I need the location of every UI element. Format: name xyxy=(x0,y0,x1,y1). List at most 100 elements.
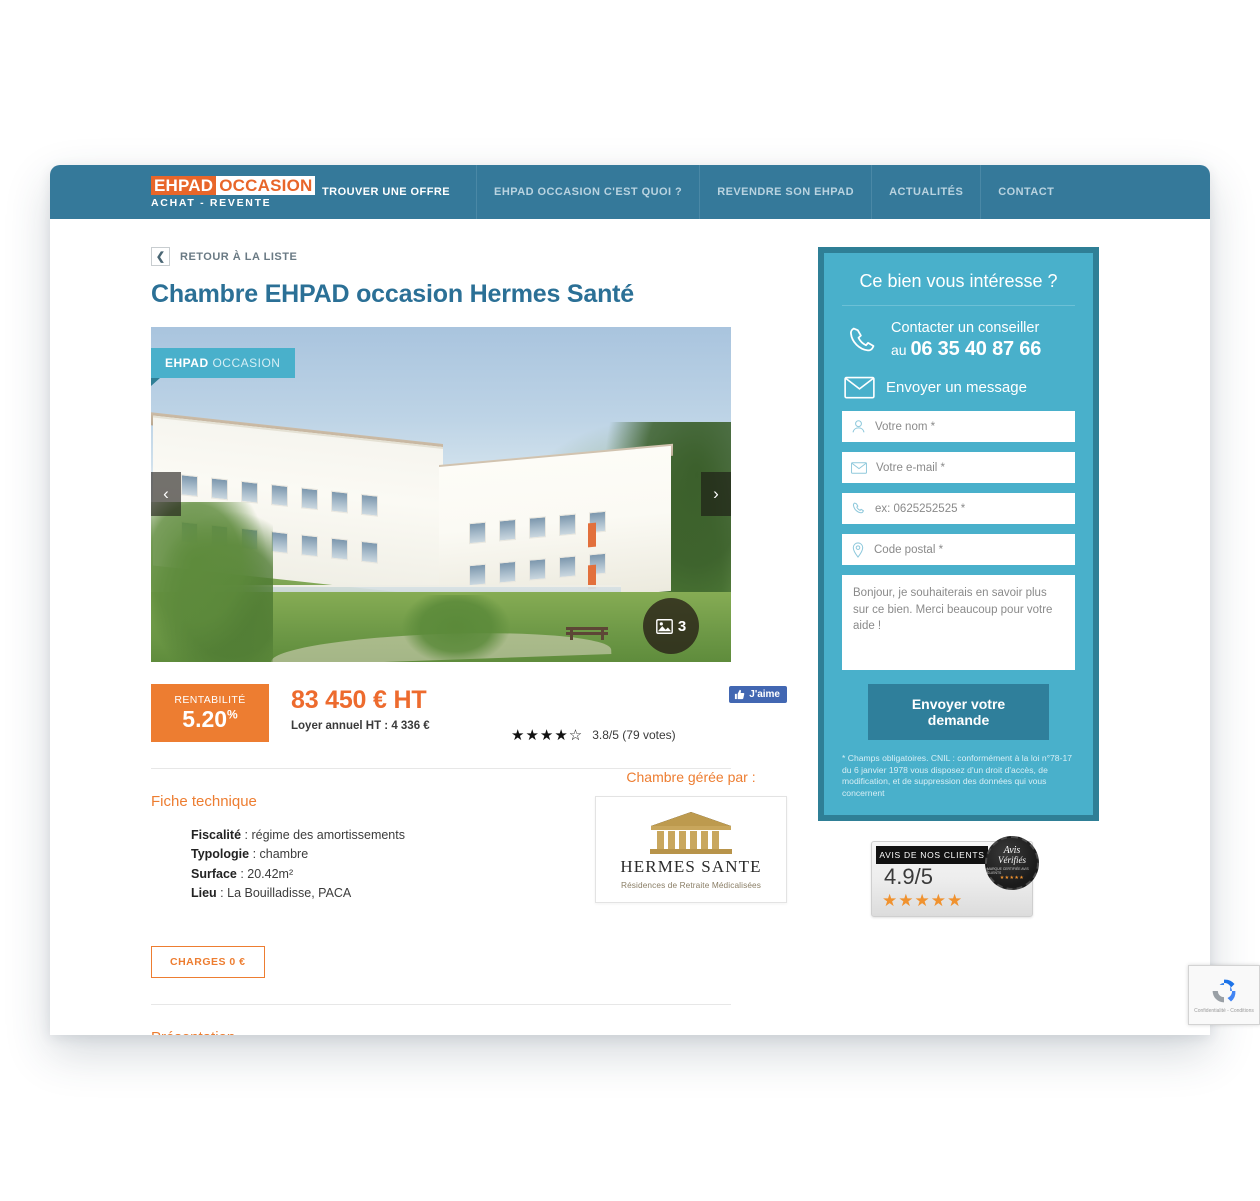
message-textarea[interactable] xyxy=(851,583,1066,658)
back-to-list-link[interactable]: ❮ RETOUR À LA LISTE xyxy=(151,247,787,266)
presentation-heading: Présentation xyxy=(151,1029,787,1035)
thumbs-up-icon xyxy=(735,689,745,700)
phone-icon xyxy=(850,327,875,351)
fiche-technique-section: Fiche technique Fiscalité : régime des a… xyxy=(151,769,787,978)
message-textarea-wrap[interactable] xyxy=(842,575,1075,671)
field-code-postal[interactable] xyxy=(842,534,1075,566)
photo-count-value: 3 xyxy=(677,617,687,635)
recaptcha-badge[interactable]: Confidentialité - Conditions xyxy=(1188,965,1260,1025)
avis-verifies-seal: Avis Vérifiés MARQUE CERTIFIÉE AVIS CLIE… xyxy=(985,836,1039,891)
fiche-row-typologie: Typologie : chambre xyxy=(191,847,309,862)
fiche-list: Fiscalité : régime des amortissements Ty… xyxy=(151,826,405,904)
contact-phone-number: 06 35 40 87 66 xyxy=(910,338,1042,361)
fiche-label-lieu: Lieu xyxy=(191,886,217,901)
operator-logo-card: HERMES SANTE Résidences de Retraite Médi… xyxy=(595,796,787,903)
send-message-header: Envoyer un message xyxy=(842,372,1075,411)
profitability-unit: % xyxy=(227,707,238,722)
image-icon xyxy=(655,618,673,634)
page-content: ❮ RETOUR À LA LISTE Chambre EHPAD occasi… xyxy=(50,219,1210,1035)
divider-above-presentation xyxy=(151,1004,731,1005)
fiche-value-fiscalite: régime des amortissements xyxy=(251,828,405,842)
nav-item-contact[interactable]: CONTACT xyxy=(980,165,1071,219)
main-navigation: TROUVER UNE OFFRE EHPAD OCCASION C'EST Q… xyxy=(308,165,1210,219)
input-email[interactable] xyxy=(867,460,1075,475)
reviews-badge-header: AVIS DE NOS CLIENTS xyxy=(876,846,988,865)
facade-accent-upper xyxy=(588,522,596,548)
submit-request-button[interactable]: Envoyer votre demande xyxy=(868,684,1049,741)
reviews-badge[interactable]: AVIS DE NOS CLIENTS 4.9/5 ★★★★★ Avis Vér… xyxy=(871,836,1039,918)
nav-item-ehpad-occasion-cest-quoi[interactable]: EHPAD OCCASION C'EST QUOI ? xyxy=(476,165,699,219)
managed-by-block: Chambre gérée par : HERMES SANTE Résiden… xyxy=(595,769,787,978)
fiche-row-surface: Surface : 20.42m² xyxy=(191,866,294,881)
input-code-postal[interactable] xyxy=(865,542,1075,557)
fiche-label-fiscalite: Fiscalité xyxy=(191,828,242,842)
fiche-heading: Fiche technique xyxy=(151,793,257,810)
recaptcha-label: Confidentialité - Conditions xyxy=(1194,1007,1254,1014)
price-block: 83 450 € HT Loyer annuel HT : 4 336 € xyxy=(291,684,430,732)
greek-temple-icon xyxy=(650,812,732,854)
operator-name: HERMES SANTE xyxy=(620,857,762,876)
price-row: RENTABILITÉ 5.20% 83 450 € HT Loyer annu… xyxy=(151,684,787,744)
logo-ehpad-text: EHPAD xyxy=(151,175,217,195)
photo-gallery: EHPAD OCCASION ‹ › 3 xyxy=(151,327,731,662)
contact-phone-line2: au 06 35 40 87 66 xyxy=(891,337,1041,362)
field-email[interactable] xyxy=(842,452,1075,484)
field-telephone[interactable] xyxy=(842,493,1075,525)
envelope-icon xyxy=(851,461,867,474)
badge-light-text: OCCASION xyxy=(212,356,281,370)
site-header: EHPAD OCCASION ACHAT - REVENTE TROUVER UN… xyxy=(50,165,1210,219)
listing-type-badge: EHPAD OCCASION xyxy=(151,348,296,386)
input-nom[interactable] xyxy=(866,419,1075,434)
contact-phone-text: Contacter un conseiller au 06 35 40 87 6… xyxy=(891,319,1041,362)
back-to-list-label: RETOUR À LA LISTE xyxy=(180,250,298,263)
operator-tagline: Résidences de Retraite Médicalisées xyxy=(620,880,761,890)
site-logo[interactable]: EHPAD OCCASION ACHAT - REVENTE xyxy=(50,165,316,219)
phone-icon xyxy=(851,501,866,516)
input-telephone[interactable] xyxy=(866,501,1075,516)
rating-text: 3.8/5 (79 votes) xyxy=(592,728,676,742)
send-message-label: Envoyer un message xyxy=(886,379,1027,397)
rating-stars: ★★★★☆ xyxy=(511,727,584,744)
user-icon xyxy=(851,419,866,434)
fiche-value-lieu: La Bouilladisse, PACA xyxy=(227,886,352,901)
facebook-like-button[interactable]: J'aime xyxy=(729,686,787,703)
page-title: Chambre EHPAD occasion Hermes Santé xyxy=(151,280,634,308)
seal-stars: ★★★★★ xyxy=(999,874,1025,881)
price-amount: 83 450 € HT xyxy=(291,686,427,714)
nav-item-trouver-une-offre[interactable]: TROUVER UNE OFFRE xyxy=(308,165,476,219)
fiche-label-surface: Surface xyxy=(191,866,237,881)
recaptcha-icon xyxy=(1212,979,1236,1002)
profitability-badge: RENTABILITÉ 5.20% xyxy=(151,684,269,742)
charges-button[interactable]: CHARGES 0 € xyxy=(151,946,265,978)
fiche-row-lieu: Lieu : La Bouilladisse, PACA xyxy=(191,886,352,901)
cnil-legal-text: * Champs obligatoires. CNIL : conforméme… xyxy=(842,753,1073,798)
gallery-next-button[interactable]: › xyxy=(701,472,731,516)
gallery-prev-button[interactable]: ‹ xyxy=(151,472,181,516)
fiche-left: Fiche technique Fiscalité : régime des a… xyxy=(151,769,405,978)
contact-phone-block[interactable]: Contacter un conseiller au 06 35 40 87 6… xyxy=(842,306,1075,372)
annual-rent: Loyer annuel HT : 4 336 € xyxy=(291,720,430,732)
logo-wordmark: EHPAD OCCASION xyxy=(151,175,316,195)
page-canvas: EHPAD OCCASION ACHAT - REVENTE TROUVER UN… xyxy=(0,0,1260,1201)
profitability-value: 5.20 xyxy=(182,706,228,733)
contact-phone-line1: Contacter un conseiller xyxy=(891,320,1040,336)
logo-occasion-text: OCCASION xyxy=(216,175,316,195)
fiche-value-surface: 20.42m² xyxy=(247,866,294,881)
nav-item-revendre-son-ehpad[interactable]: REVENDRE SON EHPAD xyxy=(699,165,871,219)
contact-card-title: Ce bien vous intéresse ? xyxy=(842,271,1075,306)
browser-window: EHPAD OCCASION ACHAT - REVENTE TROUVER UN… xyxy=(50,165,1210,1035)
nav-item-actualites[interactable]: ACTUALITÉS xyxy=(871,165,980,219)
badge-bold-text: EHPAD xyxy=(165,356,209,370)
reviews-badge-score: 4.9/5 xyxy=(884,864,933,890)
logo-tagline: ACHAT - REVENTE xyxy=(151,196,272,209)
sidebar-column: Ce bien vous intéresse ? Contacter un co… xyxy=(787,247,1210,1035)
fiche-label-typologie: Typologie xyxy=(191,847,250,862)
field-nom[interactable] xyxy=(842,411,1075,443)
seal-line2: Vérifiés xyxy=(998,854,1026,865)
garden-bench xyxy=(566,624,608,640)
profitability-label: RENTABILITÉ xyxy=(174,693,246,706)
main-column: ❮ RETOUR À LA LISTE Chambre EHPAD occasi… xyxy=(50,247,787,1035)
tree-left-decoration xyxy=(151,502,273,662)
photo-count-badge[interactable]: 3 xyxy=(643,598,699,654)
envelope-icon xyxy=(844,376,875,399)
